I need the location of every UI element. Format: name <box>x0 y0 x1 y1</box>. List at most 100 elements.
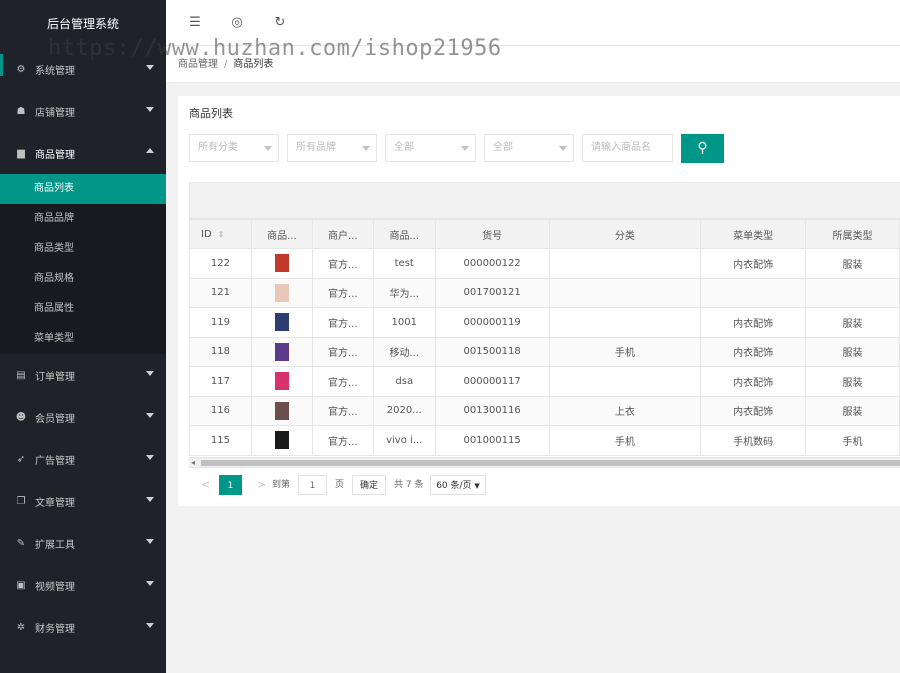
table-row[interactable]: 115 官方... vivo i... 001000115 手机 手机数码 手机 <box>189 425 900 456</box>
status-select-1[interactable]: 全部 <box>385 134 476 162</box>
product-thumbnail[interactable] <box>274 283 289 302</box>
cell-cat: 手机 <box>548 425 702 456</box>
camera-icon: ▣ <box>16 579 26 591</box>
sidebar-item-7[interactable]: ✎ 扩展工具 <box>0 522 166 564</box>
cell-name: 华为... <box>372 277 436 308</box>
sort-icon[interactable]: ⇕ <box>218 230 225 239</box>
watermark: https://www.huzhan.com/ishop21956 <box>48 36 502 61</box>
cell-cat: 手机 <box>548 336 702 367</box>
cell-menu: 内衣配饰 <box>700 395 807 426</box>
product-thumbnail[interactable] <box>274 401 289 420</box>
col-header-category: 分类 <box>548 219 702 249</box>
cell-sn: 000000117 <box>434 366 550 397</box>
cell-sn: 000000122 <box>434 248 550 279</box>
category-select-placeholder: 所有分类 <box>198 142 238 153</box>
table-row[interactable]: 118 官方... 移动... 001500118 手机 内衣配饰 服装 <box>189 336 900 367</box>
product-thumbnail[interactable] <box>274 313 289 332</box>
submenu-item-3[interactable]: 商品规格 <box>0 264 166 294</box>
cell-type <box>805 277 900 308</box>
globe-icon[interactable]: ◎ <box>229 15 245 31</box>
table-row[interactable]: 122 官方... test 000000122 内衣配饰 服装 <box>189 248 900 279</box>
refresh-icon[interactable]: ↻ <box>272 15 288 31</box>
cell-sn: 000000119 <box>434 307 550 338</box>
cell-merchant: 官方... <box>311 395 374 426</box>
scrollbar-thumb[interactable] <box>201 460 900 466</box>
submenu-item-0[interactable]: 商品列表 <box>0 174 166 204</box>
cell-merchant: 官方... <box>311 277 374 308</box>
sidebar-item-6[interactable]: ❐ 文章管理 <box>0 480 166 522</box>
chevron-down-icon <box>146 371 154 376</box>
page-size-select[interactable]: 60 条/页 ▼ <box>430 475 486 495</box>
goto-page-input[interactable]: 1 <box>298 475 327 495</box>
cell-image <box>250 366 313 397</box>
page-1-button[interactable]: 1 <box>219 475 242 495</box>
col-header-image: 商品... <box>250 219 313 249</box>
chevron-down-icon <box>146 107 154 112</box>
cell-menu: 内衣配饰 <box>700 336 807 367</box>
cell-name: vivo i... <box>372 425 436 456</box>
cell-type: 服装 <box>805 336 900 367</box>
sidebar-item-3[interactable]: ▤ 订单管理 <box>0 354 166 396</box>
horizontal-scrollbar[interactable]: ◂ <box>189 457 900 467</box>
cell-id: 115 <box>189 425 252 456</box>
sidebar-item-5[interactable]: ➶ 广告管理 <box>0 438 166 480</box>
chevron-down-icon <box>264 146 272 151</box>
cell-id: 117 <box>189 366 252 397</box>
next-page-button[interactable]: > <box>257 475 266 495</box>
sidebar-item-4[interactable]: ☻ 会员管理 <box>0 396 166 438</box>
product-name-placeholder: 请输入商品名 <box>591 142 651 153</box>
sidebar-item-2[interactable]: ▆ 商品管理 <box>0 132 166 174</box>
users-icon: ☻ <box>15 411 27 423</box>
cell-cat <box>548 366 702 397</box>
status-select-1-placeholder: 全部 <box>394 142 414 153</box>
menu-fold-icon[interactable]: ☰ <box>187 15 203 31</box>
chevron-up-icon <box>146 148 154 153</box>
col-header-menu-type: 菜单类型 <box>700 219 807 249</box>
bar-chart-icon: ▆ <box>17 147 25 159</box>
submenu-item-4[interactable]: 商品属性 <box>0 294 166 324</box>
sidebar-item-8[interactable]: ▣ 视频管理 <box>0 564 166 606</box>
product-thumbnail[interactable] <box>274 372 289 391</box>
page-unit-label: 页 <box>335 480 345 490</box>
search-button[interactable]: ⚲ <box>681 134 724 163</box>
table-row[interactable]: 119 官方... 1001 000000119 内衣配饰 服装 <box>189 307 900 338</box>
chevron-down-icon <box>146 455 154 460</box>
chevron-down-icon <box>461 146 469 151</box>
settings-icon: ✲ <box>16 621 26 633</box>
cell-name: dsa <box>372 366 436 397</box>
col-header-id[interactable]: ID ⇕ <box>189 219 252 249</box>
wrench-icon: ✎ <box>16 537 26 549</box>
submenu-item-2[interactable]: 商品类型 <box>0 234 166 264</box>
gear-icon: ⚙ <box>16 63 26 75</box>
product-thumbnail[interactable] <box>274 254 289 273</box>
sidebar-item-label: 订单管理 <box>35 371 75 383</box>
cell-menu <box>700 277 807 308</box>
table-row[interactable]: 116 官方... 2020... 001300116 上衣 内衣配饰 服装 <box>189 395 900 426</box>
submenu-item-1[interactable]: 商品品牌 <box>0 204 166 234</box>
chevron-down-icon: ▼ <box>474 482 480 490</box>
status-select-2[interactable]: 全部 <box>484 134 574 162</box>
sidebar-item-9[interactable]: ✲ 财务管理 <box>0 606 166 648</box>
product-thumbnail[interactable] <box>274 431 289 450</box>
prev-page-button[interactable]: < <box>201 475 210 495</box>
brand-select[interactable]: 所有品牌 <box>287 134 377 162</box>
status-select-2-placeholder: 全部 <box>493 142 513 153</box>
cell-type: 服装 <box>805 307 900 338</box>
table-toolbar <box>189 182 900 219</box>
category-select[interactable]: 所有分类 <box>189 134 279 162</box>
cell-id: 119 <box>189 307 252 338</box>
goto-confirm-button[interactable]: 确定 <box>352 475 386 495</box>
chevron-down-icon <box>146 497 154 502</box>
sidebar: 后台管理系统 ⚙ 系统管理 ☗ 店铺管理 ▆ 商品管理 商品列表 商品品牌 商品类型 商品规格 商品… <box>0 0 166 673</box>
product-thumbnail[interactable] <box>274 342 289 361</box>
cell-cat <box>548 277 702 308</box>
product-name-input[interactable]: 请输入商品名 <box>582 134 673 162</box>
table-row[interactable]: 121 官方... 华为... 001700121 <box>189 277 900 308</box>
cell-sn: 001300116 <box>434 395 550 426</box>
chevron-down-icon <box>146 581 154 586</box>
sidebar-item-1[interactable]: ☗ 店铺管理 <box>0 90 166 132</box>
submenu-item-5[interactable]: 菜单类型 <box>0 324 166 354</box>
cell-cat <box>548 248 702 279</box>
table-row[interactable]: 117 官方... dsa 000000117 内衣配饰 服装 <box>189 366 900 397</box>
cell-merchant: 官方... <box>311 307 374 338</box>
